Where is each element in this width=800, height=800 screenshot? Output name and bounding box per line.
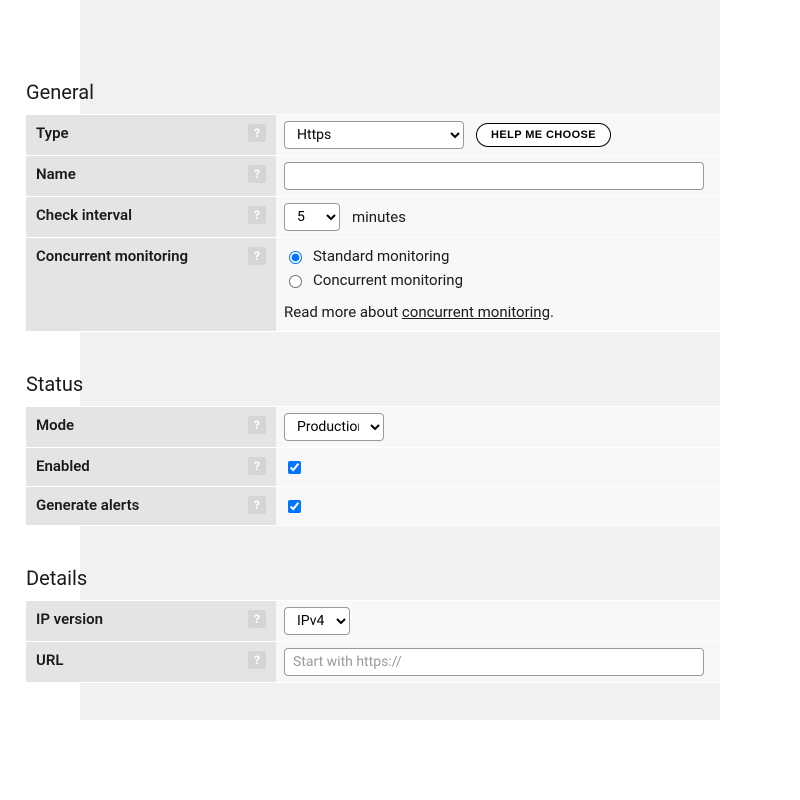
label-enabled-text: Enabled: [36, 457, 90, 475]
row-mode: Mode ? Production: [26, 406, 720, 448]
concurrent-monitoring-link[interactable]: concurrent monitoring: [402, 303, 550, 321]
name-input[interactable]: [284, 162, 704, 190]
help-icon[interactable]: ?: [248, 610, 266, 628]
row-interval: Check interval ? 5 minutes: [26, 197, 720, 238]
label-concurrent-text: Concurrent monitoring: [36, 247, 188, 265]
radio-standard[interactable]: Standard monitoring: [284, 247, 449, 265]
label-ip-text: IP version: [36, 610, 103, 628]
radio-standard-label: Standard monitoring: [313, 247, 449, 265]
type-select[interactable]: Https: [284, 121, 464, 149]
field-type: Https HELP ME CHOOSE: [276, 115, 720, 155]
form-container: General Type ? Https HELP ME CHOOSE Name…: [0, 0, 720, 683]
radio-concurrent-input[interactable]: [289, 275, 302, 288]
field-enabled: [276, 448, 720, 486]
row-type: Type ? Https HELP ME CHOOSE: [26, 114, 720, 156]
field-concurrent: Standard monitoring Concurrent monitorin…: [276, 238, 720, 331]
label-url-text: URL: [36, 651, 64, 669]
help-icon[interactable]: ?: [248, 124, 266, 142]
readmore-suffix: .: [550, 303, 554, 321]
label-interval: Check interval ?: [26, 197, 276, 237]
help-icon[interactable]: ?: [248, 416, 266, 434]
label-type-text: Type: [36, 124, 69, 142]
field-name: [276, 156, 720, 196]
alerts-checkbox[interactable]: [288, 500, 301, 513]
row-alerts: Generate alerts ?: [26, 487, 720, 526]
mode-select[interactable]: Production: [284, 413, 384, 441]
help-icon[interactable]: ?: [248, 496, 266, 514]
radio-standard-input[interactable]: [289, 251, 302, 264]
ip-select[interactable]: IPv4: [284, 607, 350, 635]
help-icon[interactable]: ?: [248, 247, 266, 265]
field-interval: 5 minutes: [276, 197, 720, 237]
radio-concurrent-label: Concurrent monitoring: [313, 271, 463, 289]
readmore-prefix: Read more about: [284, 303, 402, 321]
radio-concurrent[interactable]: Concurrent monitoring: [284, 271, 463, 289]
interval-select[interactable]: 5: [284, 203, 340, 231]
label-url: URL ?: [26, 642, 276, 682]
label-alerts: Generate alerts ?: [26, 487, 276, 525]
row-concurrent: Concurrent monitoring ? Standard monitor…: [26, 238, 720, 332]
enabled-checkbox[interactable]: [288, 461, 301, 474]
help-icon[interactable]: ?: [248, 457, 266, 475]
url-input[interactable]: [284, 648, 704, 676]
section-general: General Type ? Https HELP ME CHOOSE Name…: [26, 80, 720, 332]
field-url: [276, 642, 720, 682]
label-alerts-text: Generate alerts: [36, 496, 139, 514]
interval-unit: minutes: [352, 208, 406, 226]
label-name-text: Name: [36, 165, 76, 183]
field-alerts: [276, 487, 720, 525]
row-enabled: Enabled ?: [26, 448, 720, 487]
label-type: Type ?: [26, 115, 276, 155]
label-concurrent: Concurrent monitoring ?: [26, 238, 276, 331]
label-enabled: Enabled ?: [26, 448, 276, 486]
section-status: Status Mode ? Production Enabled ?: [26, 372, 720, 526]
section-details: Details IP version ? IPv4 URL ?: [26, 566, 720, 683]
concurrent-readmore: Read more about concurrent monitoring.: [284, 303, 554, 321]
section-title-status: Status: [26, 372, 720, 396]
label-interval-text: Check interval: [36, 206, 132, 224]
section-title-general: General: [26, 80, 720, 104]
label-name: Name ?: [26, 156, 276, 196]
label-mode: Mode ?: [26, 407, 276, 447]
field-ip: IPv4: [276, 601, 720, 641]
row-ip: IP version ? IPv4: [26, 600, 720, 642]
field-mode: Production: [276, 407, 720, 447]
label-mode-text: Mode: [36, 416, 74, 434]
label-ip: IP version ?: [26, 601, 276, 641]
help-icon[interactable]: ?: [248, 165, 266, 183]
help-icon[interactable]: ?: [248, 206, 266, 224]
row-url: URL ?: [26, 642, 720, 683]
row-name: Name ?: [26, 156, 720, 197]
section-title-details: Details: [26, 566, 720, 590]
help-me-choose-button[interactable]: HELP ME CHOOSE: [476, 123, 611, 147]
help-icon[interactable]: ?: [248, 651, 266, 669]
